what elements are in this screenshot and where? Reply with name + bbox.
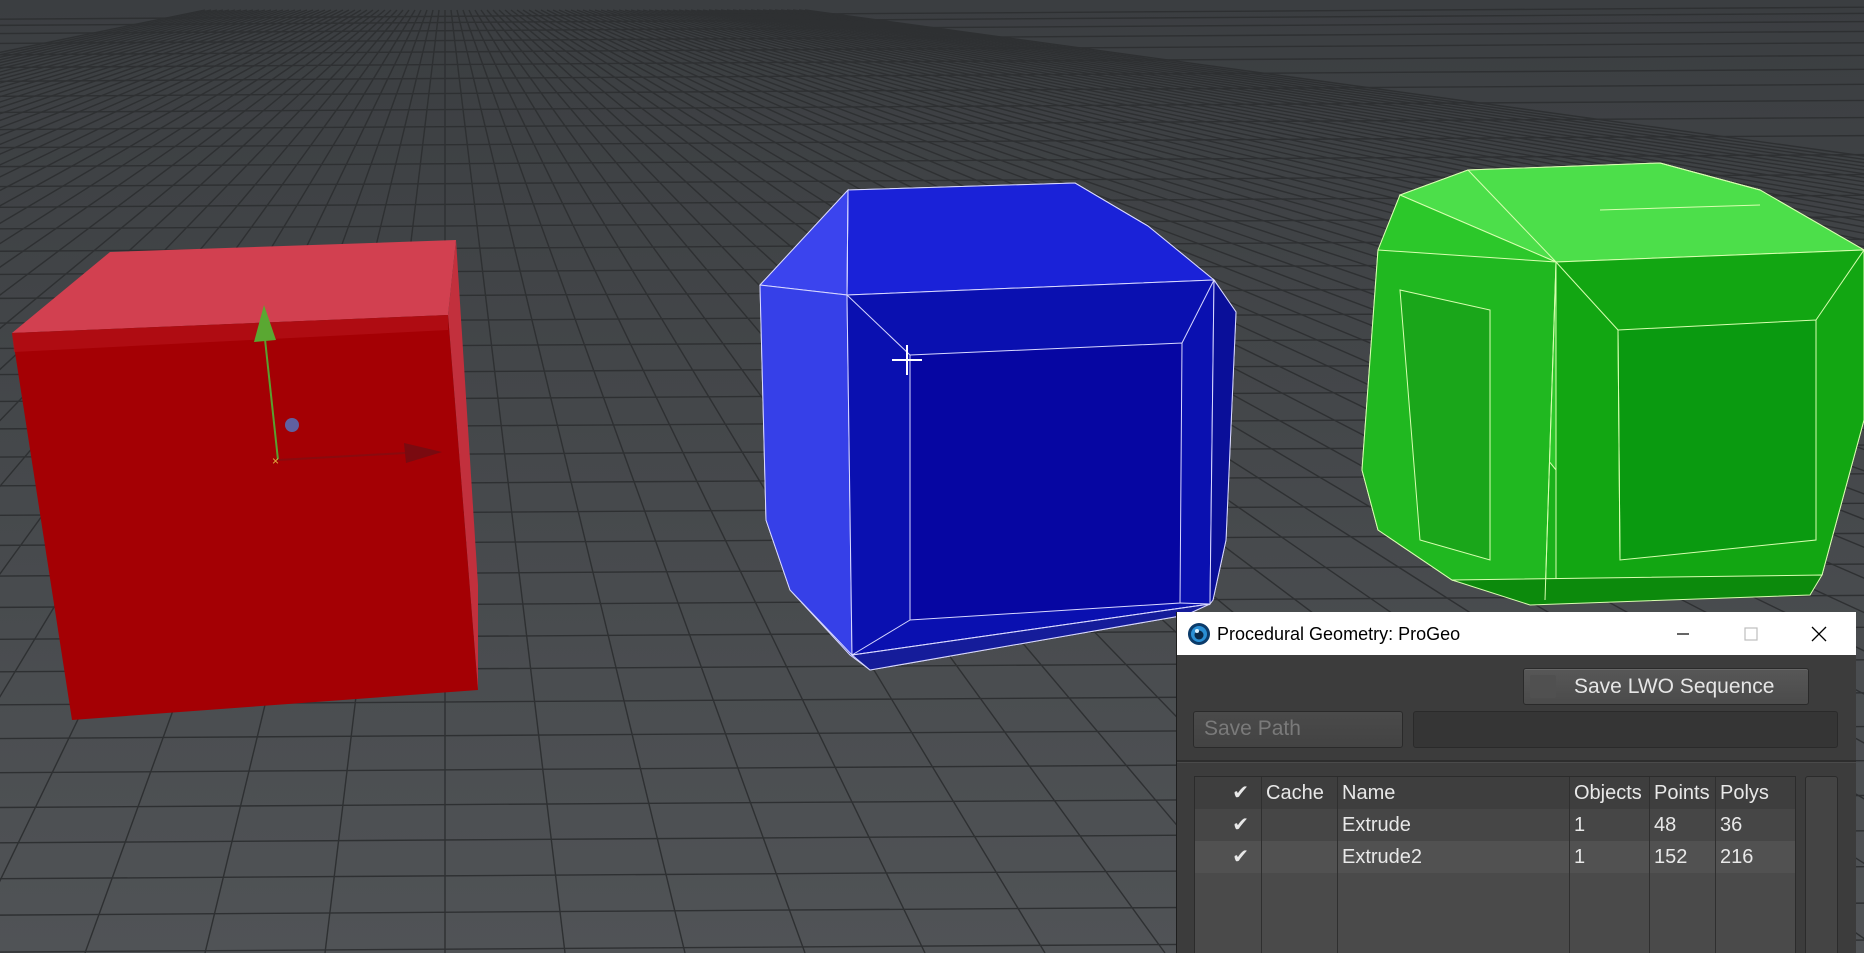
row-check[interactable]: ✔	[1195, 841, 1261, 873]
column-divider[interactable]	[1261, 777, 1262, 953]
header-objects[interactable]: Objects	[1569, 777, 1649, 809]
dialog-content: Save LWO Sequence Save Path ✔ Cache Name…	[1177, 655, 1856, 953]
progeo-table[interactable]: ✔ Cache Name Objects Points Polys ✔ Extr…	[1194, 776, 1796, 953]
row-cache[interactable]	[1261, 809, 1337, 841]
maximize-button[interactable]	[1717, 612, 1785, 655]
close-button[interactable]	[1785, 612, 1853, 655]
row-objects: 1	[1574, 814, 1586, 836]
header-check[interactable]: ✔	[1195, 777, 1261, 809]
minimize-icon	[1677, 632, 1689, 635]
header-points[interactable]: Points	[1649, 777, 1715, 809]
row-cache[interactable]	[1261, 841, 1337, 873]
save-lwo-sequence-button[interactable]: Save LWO Sequence	[1523, 668, 1809, 705]
svg-text:×: ×	[272, 454, 279, 468]
row-check[interactable]: ✔	[1195, 809, 1261, 841]
row-points: 48	[1654, 814, 1677, 836]
table-header: ✔ Cache Name Objects Points Polys	[1195, 777, 1795, 810]
table-row[interactable]: ✔ Extrude2 1 152 216	[1195, 841, 1795, 873]
minimize-button[interactable]	[1649, 612, 1717, 655]
column-divider[interactable]	[1649, 777, 1650, 953]
button-lead-swatch	[1530, 675, 1556, 698]
save-path-field[interactable]	[1413, 711, 1838, 748]
row-polys: 216	[1720, 846, 1754, 868]
save-lwo-sequence-label: Save LWO Sequence	[1574, 675, 1775, 698]
table-scrollbar[interactable]	[1805, 776, 1838, 953]
column-divider[interactable]	[1337, 777, 1338, 953]
table-row[interactable]: ✔ Extrude 1 48 36	[1195, 809, 1795, 841]
row-polys: 36	[1720, 814, 1743, 836]
save-path-button[interactable]: Save Path	[1193, 711, 1403, 748]
maximize-icon	[1744, 626, 1758, 641]
dialog-title: Procedural Geometry: ProGeo	[1217, 624, 1461, 644]
row-name: Extrude2	[1342, 846, 1423, 868]
blue-beveled-cube[interactable]	[758, 182, 1237, 671]
progeo-dialog: Procedural Geometry: ProGeo Save LWO Seq…	[1176, 612, 1856, 953]
header-name[interactable]: Name	[1337, 777, 1569, 809]
column-divider[interactable]	[1715, 777, 1716, 953]
column-divider[interactable]	[1569, 777, 1570, 953]
dialog-separator	[1177, 760, 1856, 763]
row-name: Extrude	[1342, 814, 1411, 836]
close-icon	[1811, 626, 1827, 641]
row-points: 152	[1654, 846, 1688, 868]
lightwave-icon	[1188, 623, 1210, 645]
header-cache[interactable]: Cache	[1261, 777, 1337, 809]
red-cube[interactable]: ×	[12, 240, 478, 720]
green-beveled-cube[interactable]	[1361, 162, 1864, 606]
row-objects: 1	[1574, 846, 1586, 868]
header-polys[interactable]: Polys	[1715, 777, 1795, 809]
dialog-titlebar[interactable]: Procedural Geometry: ProGeo	[1177, 612, 1856, 655]
